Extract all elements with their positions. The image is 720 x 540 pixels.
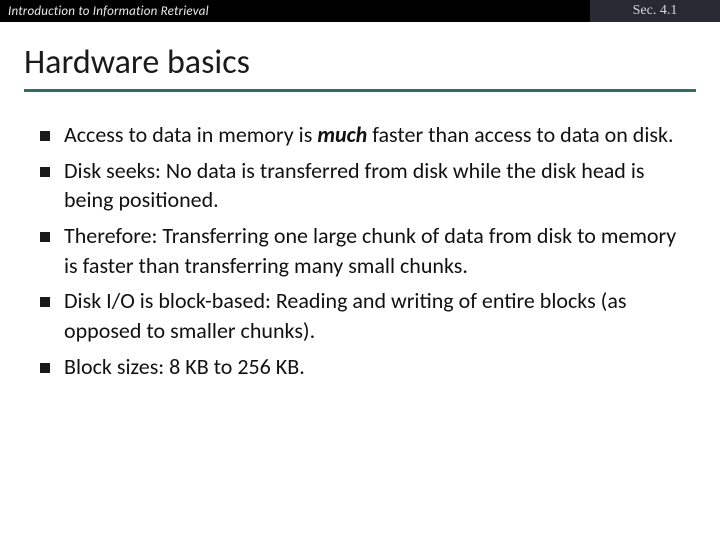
bullet-text: Disk seeks: No data is transferred from … (64, 156, 680, 215)
bullet-item: Access to data in memory is much faster … (40, 120, 680, 150)
square-bullet-icon (40, 131, 50, 141)
square-bullet-icon (40, 167, 50, 177)
bullet-item: Disk seeks: No data is transferred from … (40, 156, 680, 215)
title-area: Hardware basics (0, 22, 720, 98)
emphasis: much (317, 121, 367, 148)
bullet-text: Access to data in memory is much faster … (64, 120, 674, 150)
header-bar: Introduction to Information Retrieval Se… (0, 0, 720, 22)
square-bullet-icon (40, 232, 50, 242)
course-title: Introduction to Information Retrieval (0, 4, 590, 19)
bullet-list: Access to data in memory is much faster … (0, 98, 720, 382)
square-bullet-icon (40, 297, 50, 307)
bullet-item: Block sizes: 8 KB to 256 KB. (40, 352, 680, 382)
bullet-item: Disk I/O is block-based: Reading and wri… (40, 286, 680, 345)
section-box: Sec. 4.1 (590, 0, 720, 22)
bullet-item: Therefore: Transferring one large chunk … (40, 221, 680, 280)
bullet-text: Disk I/O is block-based: Reading and wri… (64, 286, 680, 345)
title-underline (24, 89, 696, 92)
section-label: Sec. 4.1 (633, 3, 678, 19)
square-bullet-icon (40, 363, 50, 373)
bullet-text: Block sizes: 8 KB to 256 KB. (64, 352, 305, 382)
bullet-text: Therefore: Transferring one large chunk … (64, 221, 680, 280)
slide-title: Hardware basics (24, 42, 696, 83)
